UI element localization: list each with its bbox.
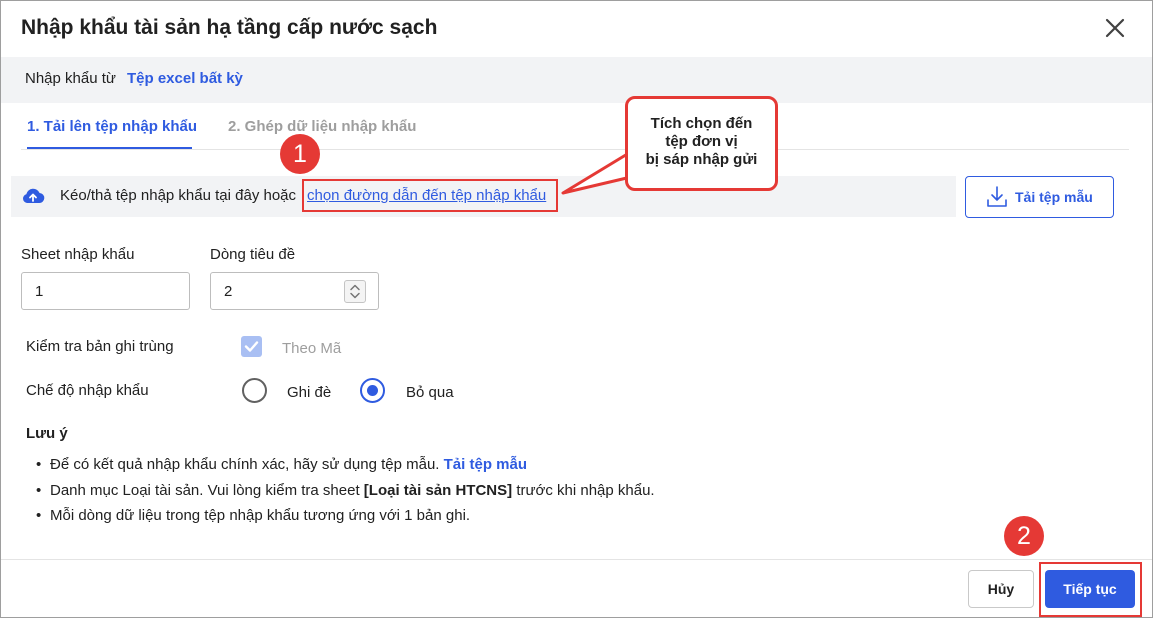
note-item: Để có kết quả nhập khẩu chính xác, hãy s… [36,456,527,473]
note-sheet-name: [Loại tài sản HTCNS] [363,482,513,499]
header-row-label: Dòng tiêu đề [210,246,296,263]
duplicate-check-option-label: Theo Mã [282,340,342,357]
close-button[interactable] [1101,14,1129,42]
duplicate-check-checkbox[interactable] [241,336,262,357]
annotation-callout: Tích chọn đến tệp đơn vị bị sáp nhập gửi [625,96,778,191]
radio-skip[interactable] [360,378,385,403]
upload-instruction: Kéo/thả tệp nhập khẩu tại đây hoặc [60,187,297,204]
step-badge-1: 1 [280,134,320,174]
footer-divider [1,559,1152,560]
sheet-label: Sheet nhập khẩu [21,246,135,263]
header-row-input[interactable]: 2 [210,272,379,310]
download-icon [986,185,1008,214]
annotation-highlight-choose-file [302,179,558,212]
sheet-input[interactable]: 1 [21,272,190,310]
notes-title: Lưu ý [26,425,68,442]
tabs-divider [21,149,1129,150]
checkmark-icon [244,341,259,352]
note-item: Mỗi dòng dữ liệu trong tệp nhập khẩu tươ… [36,507,470,524]
cancel-button[interactable]: Hủy [968,570,1034,608]
note-text: Danh mục Loại tài sản. Vui lòng kiểm tra… [50,482,360,499]
step-badge-2: 2 [1004,516,1044,556]
sheet-input-value: 1 [35,283,44,300]
note-item: Danh mục Loại tài sản. Vui lòng kiểm tra… [36,482,655,499]
callout-text: Tích chọn đến tệp đơn vị bị sáp nhập gửi [628,115,775,169]
stepper-arrows-icon[interactable] [345,281,365,302]
import-source-label: Nhập khẩu từ [25,70,116,87]
import-source-selector[interactable]: Tệp excel bất kỳ [127,70,243,87]
close-icon[interactable] [1101,14,1129,42]
note-text: Để có kết quả nhập khẩu chính xác, hãy s… [50,456,440,473]
callout-line: bị sáp nhập gửi [645,151,758,168]
download-template-button[interactable]: Tải tệp mẫu [965,176,1114,218]
callout-line: Tích chọn đến [650,115,753,132]
radio-overwrite-label[interactable]: Ghi đè [287,384,331,401]
note-template-link[interactable]: Tải tệp mẫu [444,456,527,473]
header-row-input-value: 2 [224,283,233,300]
tab-map-data[interactable]: 2. Ghép dữ liệu nhập khẩu [228,118,416,135]
import-mode-label: Chế độ nhập khẩu [26,382,149,399]
import-dialog: Nhập khẩu tài sản hạ tầng cấp nước sạch … [0,0,1153,618]
radio-skip-label[interactable]: Bỏ qua [406,384,454,401]
import-source-bar: Nhập khẩu từ Tệp excel bất kỳ [1,57,1152,103]
cloud-upload-icon [21,185,45,212]
radio-overwrite[interactable] [242,378,267,403]
dialog-title: Nhập khẩu tài sản hạ tầng cấp nước sạch [21,16,438,39]
number-stepper[interactable] [344,280,366,303]
radio-selected-dot [367,385,378,396]
note-text: trước khi nhập khẩu. [516,482,655,499]
tab-upload-file[interactable]: 1. Tải lên tệp nhập khẩu [27,118,197,135]
download-template-label: Tải tệp mẫu [1015,189,1093,205]
duplicate-check-label: Kiểm tra bản ghi trùng [26,338,174,355]
callout-line: tệp đơn vị [665,133,738,150]
annotation-highlight-continue [1039,562,1142,617]
